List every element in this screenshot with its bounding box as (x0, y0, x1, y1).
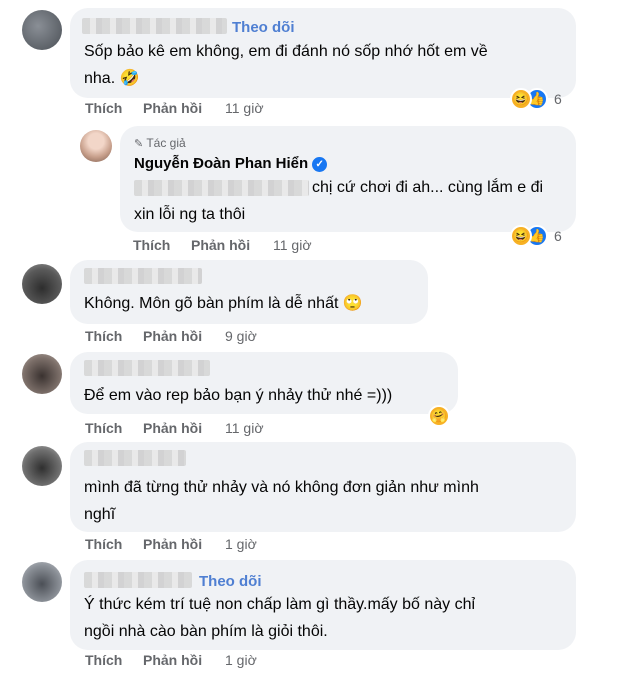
comment-text: Sốp bảo kê em không, em đi đánh nó sốp n… (84, 38, 564, 92)
blurred-commenter-name (84, 360, 210, 376)
author-badge: ✎ Tác giả (134, 136, 186, 150)
follow-link[interactable]: Theo dõi (199, 573, 262, 590)
haha-icon: 😆 (510, 225, 532, 247)
comment-line: ngồi nhà cào bàn phím là giỏi thôi. (84, 623, 328, 640)
reply-button[interactable]: Phản hồi (143, 420, 202, 436)
comment-text: Ý thức kém trí tuệ non chấp làm gì thầy.… (84, 591, 564, 645)
reply-button[interactable]: Phản hồi (143, 652, 202, 668)
author-badge-icon: ✎ (134, 138, 144, 150)
blurred-commenter-name (84, 268, 202, 284)
comment-text: mình đã từng thử nhảy và nó không đơn gi… (84, 474, 564, 528)
avatar[interactable] (22, 446, 62, 486)
comment-text: Không. Môn gõ bàn phím là dễ nhất 🙄 (84, 290, 424, 317)
reaction-count: 6 (554, 91, 562, 107)
like-button[interactable]: Thích (133, 237, 170, 253)
reply-button[interactable]: Phản hồi (143, 536, 202, 552)
like-button[interactable]: Thích (85, 328, 122, 344)
timestamp[interactable]: 1 giờ (225, 536, 257, 552)
avatar[interactable] (22, 562, 62, 602)
verified-icon: ✓ (312, 157, 328, 172)
author-badge-label: Tác giả (146, 136, 186, 150)
comment-text: Để em vào rep bảo bạn ý nhảy thử nhé =))… (84, 382, 454, 409)
haha-icon: 😆 (510, 88, 532, 110)
comment-line: Sốp bảo kê em không, em đi đánh nó sốp n… (84, 43, 488, 60)
author-name-text: Nguyễn Đoàn Phan Hiển (134, 155, 309, 172)
avatar[interactable] (22, 264, 62, 304)
comment-line: chị cứ chơi đi ah... cùng lắm e đi (312, 179, 544, 196)
comment-text: chị cứ chơi đi ah... cùng lắm e đi xin l… (134, 174, 564, 228)
author-name[interactable]: Nguyễn Đoàn Phan Hiển ✓ (134, 155, 328, 172)
reply-button[interactable]: Phản hồi (143, 328, 202, 344)
avatar[interactable] (80, 130, 112, 162)
comment-line: xin lỗi ng ta thôi (134, 206, 246, 223)
timestamp[interactable]: 1 giờ (225, 652, 257, 668)
comment-line: mình đã từng thử nhảy và nó không đơn gi… (84, 479, 479, 496)
comment-line: nghĩ (84, 506, 116, 523)
blurred-commenter-name (82, 18, 227, 34)
like-button[interactable]: Thích (85, 420, 122, 436)
comment-line: nha. 🤣 (84, 70, 140, 87)
reaction-summary[interactable]: 😆 👍 6 (510, 224, 562, 248)
like-button[interactable]: Thích (85, 536, 122, 552)
reaction-summary[interactable]: 😆 👍 6 (510, 87, 562, 111)
comment-line: Không. Môn gõ bàn phím là dễ nhất 🙄 (84, 295, 363, 312)
avatar[interactable] (22, 10, 62, 50)
comment-line: Ý thức kém trí tuệ non chấp làm gì thầy.… (84, 596, 476, 613)
like-button[interactable]: Thích (85, 100, 122, 116)
timestamp[interactable]: 11 giờ (225, 100, 264, 116)
reaction-count: 6 (554, 228, 562, 244)
timestamp[interactable]: 11 giờ (225, 420, 264, 436)
timestamp[interactable]: 9 giờ (225, 328, 257, 344)
care-icon: 🤗 (428, 405, 450, 427)
reaction-summary[interactable]: 🤗 (428, 404, 450, 428)
reply-button[interactable]: Phản hồi (143, 100, 202, 116)
follow-link[interactable]: Theo dõi (232, 19, 295, 36)
reply-button[interactable]: Phản hồi (191, 237, 250, 253)
timestamp[interactable]: 11 giờ (273, 237, 312, 253)
like-button[interactable]: Thích (85, 652, 122, 668)
blurred-commenter-name (84, 572, 192, 588)
blurred-commenter-name (84, 450, 186, 466)
comment-line: Để em vào rep bảo bạn ý nhảy thử nhé =))… (84, 387, 393, 404)
avatar[interactable] (22, 354, 62, 394)
